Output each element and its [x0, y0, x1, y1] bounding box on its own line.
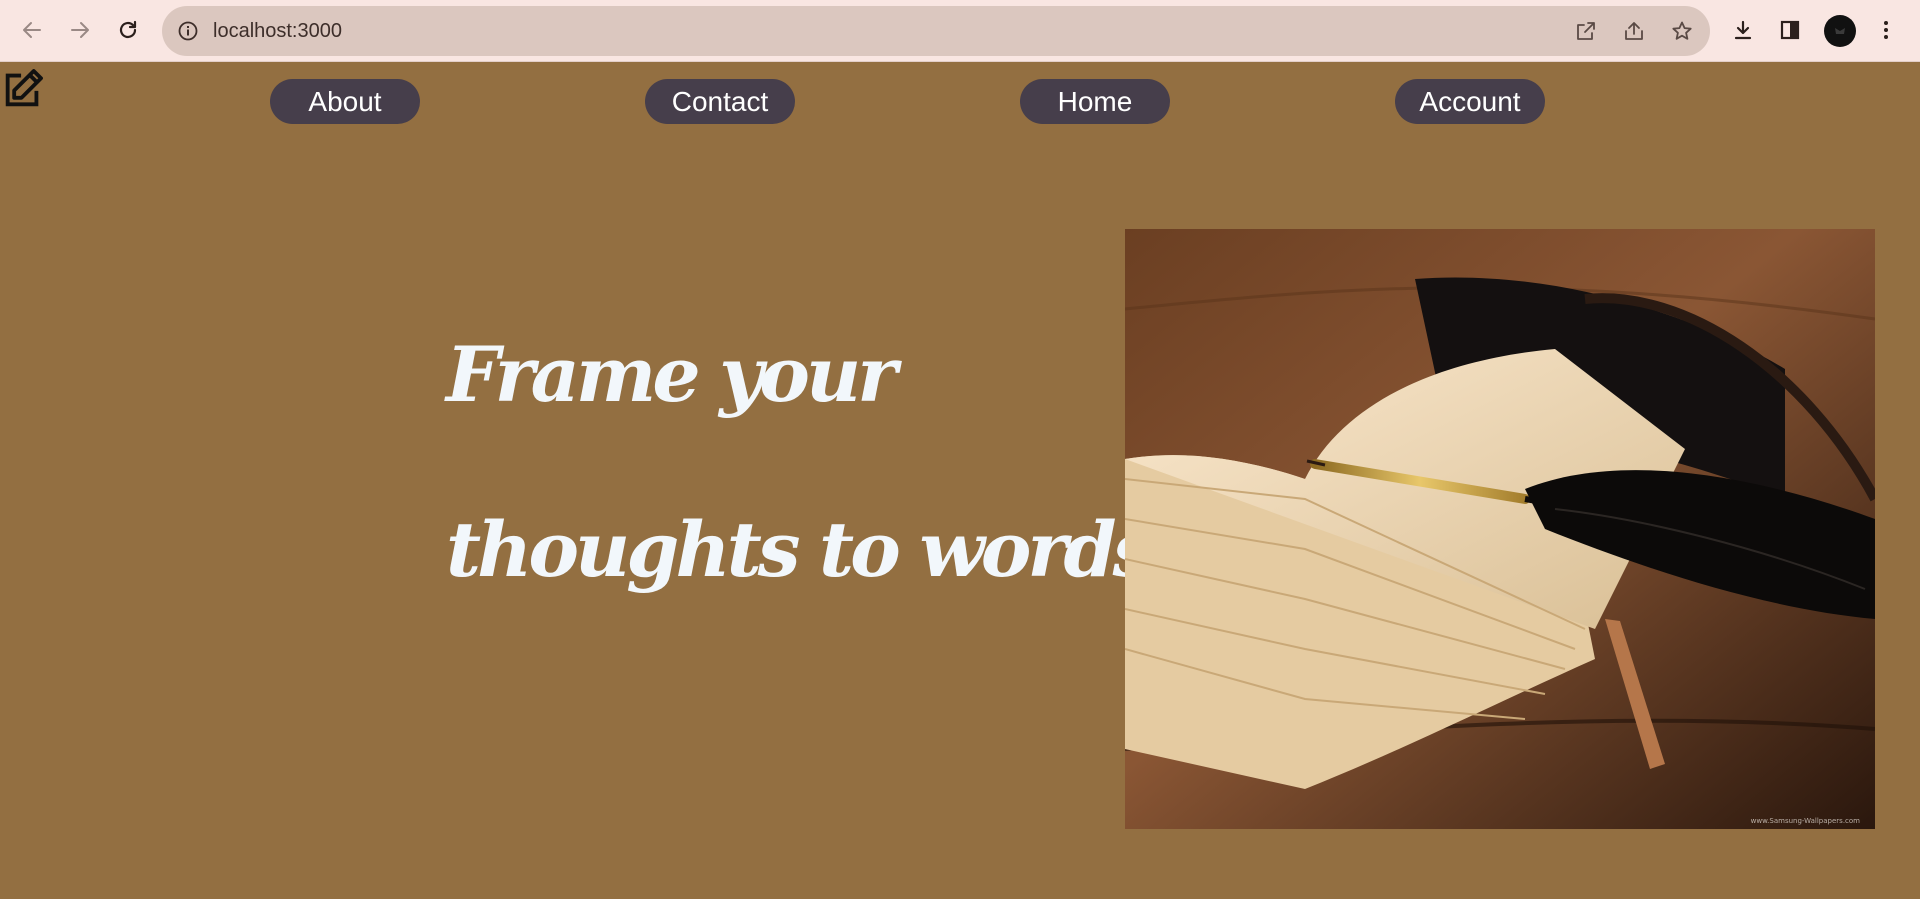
menu-button[interactable] — [1866, 10, 1906, 50]
nav-contact-button[interactable]: Contact — [645, 79, 795, 124]
download-icon — [1734, 20, 1752, 40]
nav-home-button[interactable]: Home — [1020, 79, 1170, 124]
forward-button[interactable] — [60, 10, 100, 50]
avatar-image-icon — [1835, 28, 1845, 34]
open-external-icon[interactable] — [1574, 19, 1598, 43]
back-button[interactable] — [12, 10, 52, 50]
arrow-right-icon — [71, 22, 89, 38]
nav-about-button[interactable]: About — [270, 79, 420, 124]
profile-avatar[interactable] — [1824, 15, 1856, 47]
hero-heading-line-2: thoughts to words — [446, 505, 1155, 594]
nav-account-button[interactable]: Account — [1395, 79, 1545, 124]
reload-button[interactable] — [108, 10, 148, 50]
kebab-menu-icon — [1884, 21, 1888, 39]
url-text[interactable]: localhost:3000 — [213, 6, 342, 56]
reload-icon — [119, 20, 137, 39]
hero-heading-line-1: Frame your — [446, 330, 897, 419]
address-bar[interactable]: localhost:3000 — [162, 6, 1710, 56]
book-quill-illustration: www.Samsung-Wallpapers.com — [1125, 229, 1875, 829]
edit-icon[interactable] — [0, 66, 46, 112]
browser-toolbar: localhost:3000 — [0, 0, 1920, 62]
share-icon[interactable] — [1622, 19, 1646, 43]
side-panel-icon — [1780, 20, 1800, 40]
download-button[interactable] — [1723, 10, 1763, 50]
info-icon[interactable] — [176, 19, 200, 43]
svg-text:www.Samsung-Wallpapers.com: www.Samsung-Wallpapers.com — [1751, 817, 1861, 825]
arrow-left-icon — [23, 22, 41, 38]
side-panel-button[interactable] — [1770, 10, 1810, 50]
hero-book-quill-image: www.Samsung-Wallpapers.com — [1125, 229, 1875, 829]
star-icon[interactable] — [1670, 19, 1694, 43]
